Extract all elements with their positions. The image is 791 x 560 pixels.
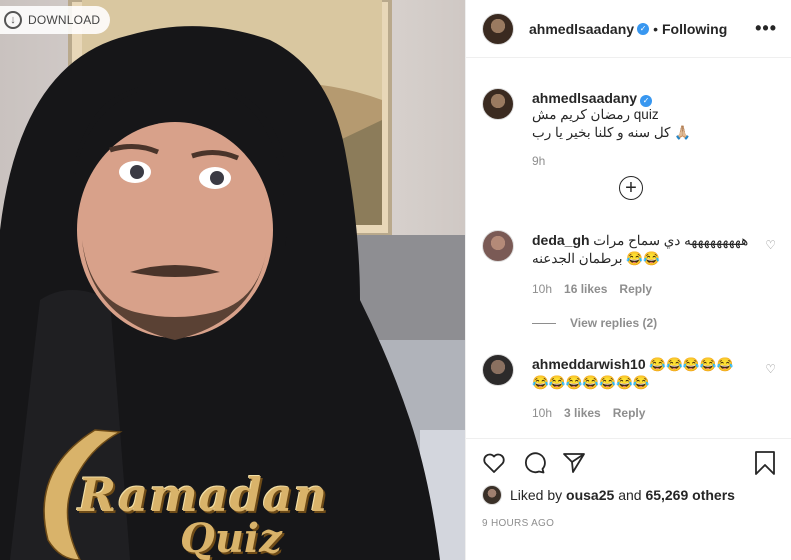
overlay-subtitle: Quiz <box>180 515 282 560</box>
liked-by-summary: Liked by ousa25 and 65,269 others <box>482 485 735 505</box>
overlay-title: Ramadan <box>78 468 328 522</box>
post-side-panel: ahmedlsaadany ✓ • Following ••• ahmedlsa… <box>465 0 791 560</box>
avatar[interactable] <box>482 12 514 45</box>
download-button[interactable]: ↓ DOWNLOAD <box>0 6 111 34</box>
post-timestamp[interactable]: 9 HOURS AGO <box>482 518 554 529</box>
comment-username[interactable]: deda_gh <box>532 232 590 248</box>
liked-by-count[interactable]: 65,269 others <box>645 487 735 503</box>
share-icon[interactable] <box>562 451 586 475</box>
more-horizontal-icon[interactable]: ••• <box>755 18 777 39</box>
view-replies-button[interactable]: View replies (2) <box>532 316 657 330</box>
liked-by-prefix: Liked by <box>510 487 563 503</box>
liked-by-and: and <box>618 487 642 503</box>
caption-username[interactable]: ahmedlsaadany <box>532 90 637 106</box>
avatar[interactable] <box>482 88 514 120</box>
download-icon: ↓ <box>4 11 22 29</box>
verified-badge-icon: ✓ <box>637 22 650 35</box>
comment-heart-icon[interactable]: ♡ <box>765 238 776 252</box>
comment-time: 10h <box>532 406 553 420</box>
separator-dot: • <box>653 20 658 37</box>
bookmark-icon[interactable] <box>754 451 776 475</box>
comment-heart-icon[interactable]: ♡ <box>765 362 776 376</box>
reply-button[interactable]: Reply <box>613 406 646 420</box>
comments-list[interactable]: ahmedlsaadany ✓ رمضان كريم مش quiz كل سنه… <box>466 58 791 438</box>
post-actions: Liked by ousa25 and 65,269 others 9 HOUR… <box>466 438 791 560</box>
verified-badge-icon: ✓ <box>640 94 653 107</box>
view-replies-label: View replies (2) <box>570 316 658 330</box>
avatar[interactable] <box>482 354 514 386</box>
comment-likes[interactable]: 16 likes <box>564 282 607 296</box>
post-header: ahmedlsaadany ✓ • Following ••• <box>466 0 791 58</box>
heart-icon[interactable] <box>482 451 506 475</box>
reply-button[interactable]: Reply <box>619 282 652 296</box>
avatar[interactable] <box>482 485 502 505</box>
caption-time: 9h <box>532 153 546 168</box>
comment-username[interactable]: ahmeddarwish10 <box>532 356 646 372</box>
liked-by-user[interactable]: ousa25 <box>566 487 614 503</box>
caption-text: رمضان كريم مش quiz كل سنه و كلنا بخير يا… <box>532 106 692 140</box>
header-username[interactable]: ahmedlsaadany <box>529 21 634 37</box>
plus-circle-icon[interactable]: + <box>619 176 643 200</box>
following-button[interactable]: Following <box>662 21 727 37</box>
action-bar <box>482 451 776 477</box>
comment-icon[interactable] <box>522 451 546 475</box>
comment-time: 10h <box>532 282 553 296</box>
post-photo[interactable]: ↓ DOWNLOAD Ramadan Quiz <box>0 0 465 560</box>
avatar[interactable] <box>482 230 514 262</box>
download-label: DOWNLOAD <box>28 13 101 27</box>
comment-likes[interactable]: 3 likes <box>564 406 601 420</box>
divider-line <box>532 322 556 324</box>
